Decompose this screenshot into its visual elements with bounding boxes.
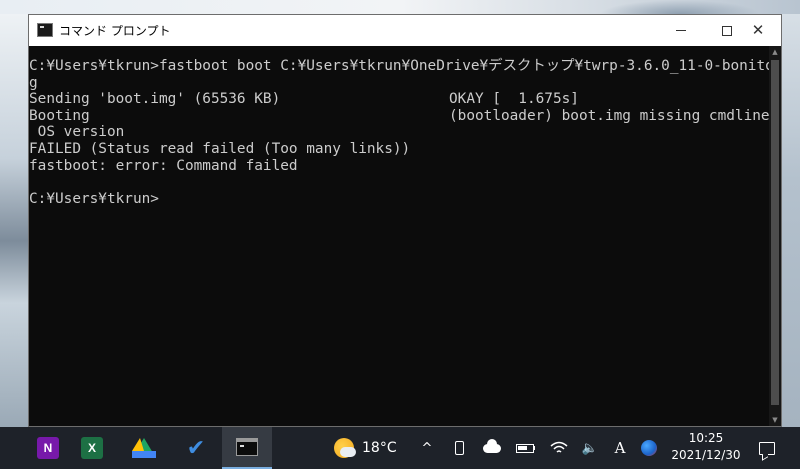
volume-muted-icon: 🔈 (581, 440, 599, 456)
taskbar-item-command-prompt[interactable] (222, 427, 272, 469)
onenote-icon: N (37, 437, 59, 459)
console-line: OS version (29, 124, 769, 141)
battery-icon (516, 443, 535, 453)
maximize-icon (722, 25, 732, 36)
vertical-scrollbar[interactable]: ▲ ▼ (769, 46, 781, 426)
tray-onedrive-button[interactable] (480, 427, 504, 469)
command-prompt-taskbar-icon (236, 438, 258, 456)
onedrive-cloud-icon (483, 438, 501, 453)
clock-time: 10:25 (688, 431, 724, 445)
console-line: g (29, 75, 769, 92)
console-line: Booting (bootloader) boot.img missing cmd… (29, 108, 769, 125)
weather-temperature: 18°C (362, 440, 397, 456)
console-line-text: Booting (29, 107, 90, 124)
console-line-text: Sending 'boot.img' (65536 KB) (29, 91, 281, 108)
console-line-text: g (29, 74, 38, 91)
clock-date: 2021/12/30 (671, 448, 741, 462)
console-prompt: C:¥Users¥tkrun> (29, 190, 159, 207)
desktop-wallpaper-left (0, 14, 28, 427)
console-line: FAILED (Status read failed (Too many lin… (29, 141, 769, 158)
wifi-icon (550, 441, 568, 453)
notification-center-button[interactable] (752, 427, 782, 469)
console-line-text: FAILED (Status read failed (Too many lin… (29, 140, 411, 157)
console-line: fastboot: error: Command failed (29, 158, 769, 175)
scroll-up-icon[interactable]: ▲ (769, 46, 781, 58)
console-line: C:¥Users¥tkrun>fastboot boot C:¥Users¥tk… (29, 58, 769, 75)
taskbar-item-onenote[interactable]: N (28, 427, 68, 469)
tray-ime-button[interactable]: A (609, 427, 631, 469)
minimize-icon (676, 30, 686, 31)
ime-indicator: A (614, 439, 626, 457)
console-line-status: OKAY [ 1.675s] (449, 91, 579, 108)
checkmark-icon: ✔ (186, 435, 206, 461)
google-drive-icon (132, 438, 156, 458)
partly-sunny-icon (334, 438, 356, 458)
command-prompt-window[interactable]: コマンド プロンプト ✕ C:¥Users¥tkrun>fastboot boo… (28, 14, 782, 427)
tray-volume-button[interactable]: 🔈 (579, 427, 601, 469)
scroll-down-icon[interactable]: ▼ (769, 414, 781, 426)
command-prompt-icon[interactable] (37, 23, 53, 37)
notification-icon (759, 441, 775, 455)
console-output[interactable]: C:¥Users¥tkrun>fastboot boot C:¥Users¥tk… (29, 46, 769, 426)
chevron-up-icon: ^ (421, 440, 433, 456)
console-line-status: (bootloader) boot.img missing cmdline or (449, 107, 769, 124)
window-title: コマンド プロンプト (59, 24, 171, 38)
scroll-thumb[interactable] (771, 60, 779, 405)
console-prompt-line[interactable]: C:¥Users¥tkrun> (29, 191, 769, 208)
taskbar-item-excel[interactable]: X (72, 427, 112, 469)
taskbar-item-todo[interactable]: ✔ (174, 427, 218, 469)
tray-phone-button[interactable] (448, 427, 470, 469)
show-hidden-icons-button[interactable]: ^ (416, 427, 438, 469)
minimize-button[interactable] (658, 15, 704, 46)
taskbar-item-google-drive[interactable] (122, 427, 166, 469)
desktop-wallpaper-detail (600, 0, 760, 14)
console-line-text: fastboot: error: Command failed (29, 157, 298, 174)
console-line: Sending 'boot.img' (65536 KB) OKAY [ 1.67… (29, 91, 769, 108)
close-icon: ✕ (751, 21, 765, 39)
tray-wifi-button[interactable] (548, 427, 570, 469)
tray-battery-button[interactable] (513, 427, 537, 469)
app-tray-icon (641, 440, 657, 456)
taskbar-clock[interactable]: 10:25 2021/12/30 (664, 430, 748, 466)
tray-app-button[interactable] (638, 427, 660, 469)
weather-widget[interactable]: 18°C (334, 427, 397, 469)
phone-icon (454, 441, 464, 455)
close-button[interactable]: ✕ (735, 15, 781, 46)
console-line-text: OS version (29, 124, 125, 141)
excel-icon: X (81, 437, 103, 459)
console-line-text: C:¥Users¥tkrun>fastboot boot C:¥Users¥tk… (29, 58, 769, 74)
desktop-wallpaper-right (782, 14, 800, 427)
window-titlebar[interactable]: コマンド プロンプト ✕ (29, 15, 781, 46)
